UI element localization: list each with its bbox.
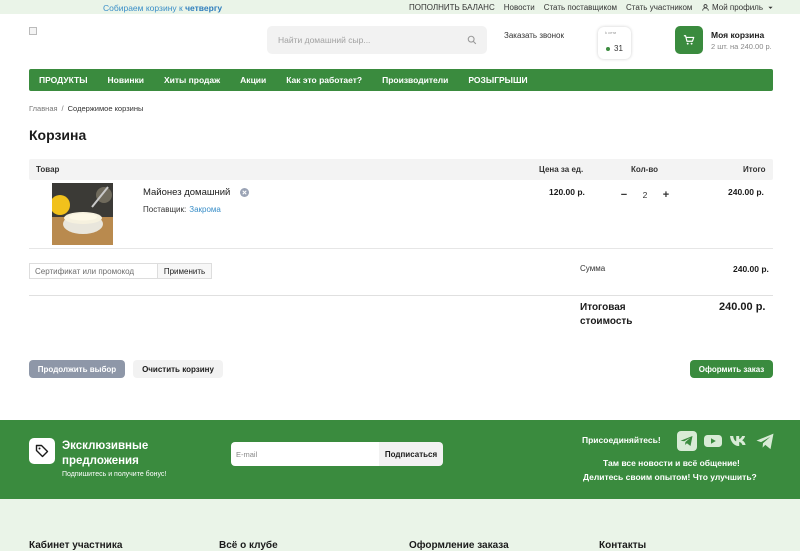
network-counter-caption: k сети [605, 30, 617, 35]
top-link-become-member[interactable]: Стать участником [626, 3, 692, 12]
nav-item-bestsellers[interactable]: Хиты продаж [164, 75, 220, 85]
grand-total-value: 240.00 р. [719, 301, 766, 313]
checkout-button[interactable]: Оформить заказ [690, 360, 773, 378]
footer-heading-ordering[interactable]: Оформление заказа [409, 540, 509, 551]
tag-icon [29, 438, 55, 464]
product-image[interactable] [52, 183, 113, 245]
row-total: 240.00 р. [728, 187, 764, 197]
telegram-icon[interactable] [754, 430, 776, 452]
continue-shopping-button[interactable]: Продолжить выбор [29, 360, 125, 378]
user-icon [702, 4, 709, 11]
footer-heading-cabinet[interactable]: Кабинет участника [29, 540, 122, 551]
search-input[interactable] [267, 26, 467, 54]
breadcrumb-home[interactable]: Главная [29, 104, 58, 113]
top-link-news[interactable]: Новости [504, 3, 535, 12]
promo-code-input[interactable] [29, 263, 157, 279]
qty-decrease-button[interactable]: − [616, 186, 632, 204]
cart-icon [683, 35, 695, 45]
sum-value: 240.00 р. [733, 264, 769, 274]
promo-prefix: Собираем корзину к [103, 3, 183, 13]
subscribe-subtitle: Подпишитесь и получите бонус! [62, 471, 167, 478]
clear-cart-button[interactable]: Очистить корзину [133, 360, 223, 378]
nav-item-giveaways[interactable]: РОЗЫГРЫШИ [468, 75, 527, 85]
telegram-icon[interactable] [676, 430, 698, 452]
nav-item-sales[interactable]: Акции [240, 75, 266, 85]
subscribe-band: Эксклюзивные предложения Подпишитесь и п… [0, 420, 800, 499]
cart-table-header: Товар Цена за ед. Кол-во Итого [29, 159, 773, 180]
promo-banner[interactable]: Собираем корзину к четвергу [103, 3, 222, 13]
breadcrumb-current: Содержимое корзины [67, 104, 144, 113]
status-dot-icon [606, 47, 610, 51]
callback-link[interactable]: Заказать звонок [504, 31, 564, 40]
cart-title[interactable]: Моя корзина [711, 30, 764, 40]
youtube-icon[interactable] [702, 430, 724, 452]
footer-heading-club[interactable]: Всё о клубе [219, 540, 278, 551]
social-line-1: Там все новости и всё общение! [603, 458, 740, 468]
supplier-link[interactable]: Закрома [189, 205, 221, 214]
breadcrumb: Главная / Содержимое корзины [29, 104, 143, 113]
quantity-stepper: − 2 + [616, 186, 674, 204]
page-title: Корзина [29, 127, 87, 143]
cart-summary: 2 шт. на 240.00 р. [711, 42, 772, 51]
column-total: Итого [743, 165, 766, 174]
column-product: Товар [36, 165, 60, 174]
qty-value[interactable]: 2 [636, 190, 654, 200]
profile-label: Мой профиль [712, 3, 764, 12]
remove-item-icon[interactable] [240, 188, 249, 197]
grand-total-label: Итоговая стоимость [580, 302, 633, 327]
promo-day: четвергу [185, 3, 223, 13]
top-links: ПОПОЛНИТЬ БАЛАНС Новости Стать поставщик… [409, 3, 701, 12]
join-label: Присоединяйтесь! [582, 435, 661, 445]
subscribe-button[interactable]: Подписаться [379, 442, 443, 466]
divider [29, 248, 773, 249]
site-logo[interactable] [29, 27, 37, 35]
nav-item-new[interactable]: Новинки [108, 75, 144, 85]
network-counter-value: 31 [614, 44, 623, 53]
footer: Кабинет участника Всё о клубе Оформление… [0, 499, 800, 551]
footer-heading-contacts[interactable]: Контакты [599, 540, 646, 551]
qty-increase-button[interactable]: + [658, 186, 674, 204]
top-bar: Собираем корзину к четвергу ПОПОЛНИТЬ БА… [0, 0, 800, 14]
top-link-balance[interactable]: ПОПОЛНИТЬ БАЛАНС [409, 3, 495, 12]
social-line-2: Делитесь своим опытом! Что улучшить? [583, 472, 757, 482]
caret-down-icon [768, 6, 773, 9]
top-link-become-supplier[interactable]: Стать поставщиком [544, 3, 617, 12]
cart-button[interactable] [675, 26, 703, 54]
social-links [676, 430, 780, 452]
subscribe-title: Эксклюзивные предложения [62, 440, 149, 467]
search-bar [267, 26, 487, 54]
mayonnaise-photo [52, 183, 113, 245]
vk-icon[interactable] [728, 430, 750, 452]
supplier-label: Поставщик: [143, 205, 187, 214]
divider [29, 295, 773, 296]
breadcrumb-separator: / [61, 104, 64, 113]
nav-item-products[interactable]: ПРОДУКТЫ [39, 75, 88, 85]
main-nav: ПРОДУКТЫ Новинки Хиты продаж Акции Как э… [29, 69, 773, 91]
column-price: Цена за ед. [539, 165, 584, 174]
email-field[interactable] [231, 442, 381, 466]
nav-item-producers[interactable]: Производители [382, 75, 448, 85]
unit-price: 120.00 р. [549, 187, 585, 197]
profile-menu[interactable]: Мой профиль [702, 3, 777, 12]
column-qty: Кол-во [631, 165, 659, 174]
product-name[interactable]: Майонез домашний [143, 187, 230, 198]
sum-label: Сумма [580, 264, 606, 273]
nav-item-how-it-works[interactable]: Как это работает? [286, 75, 362, 85]
apply-promo-button[interactable]: Применить [157, 263, 212, 279]
network-counter[interactable]: k сети 31 [598, 27, 631, 59]
search-icon[interactable] [467, 35, 477, 45]
product-supplier: Поставщик: Закрома [143, 205, 221, 214]
